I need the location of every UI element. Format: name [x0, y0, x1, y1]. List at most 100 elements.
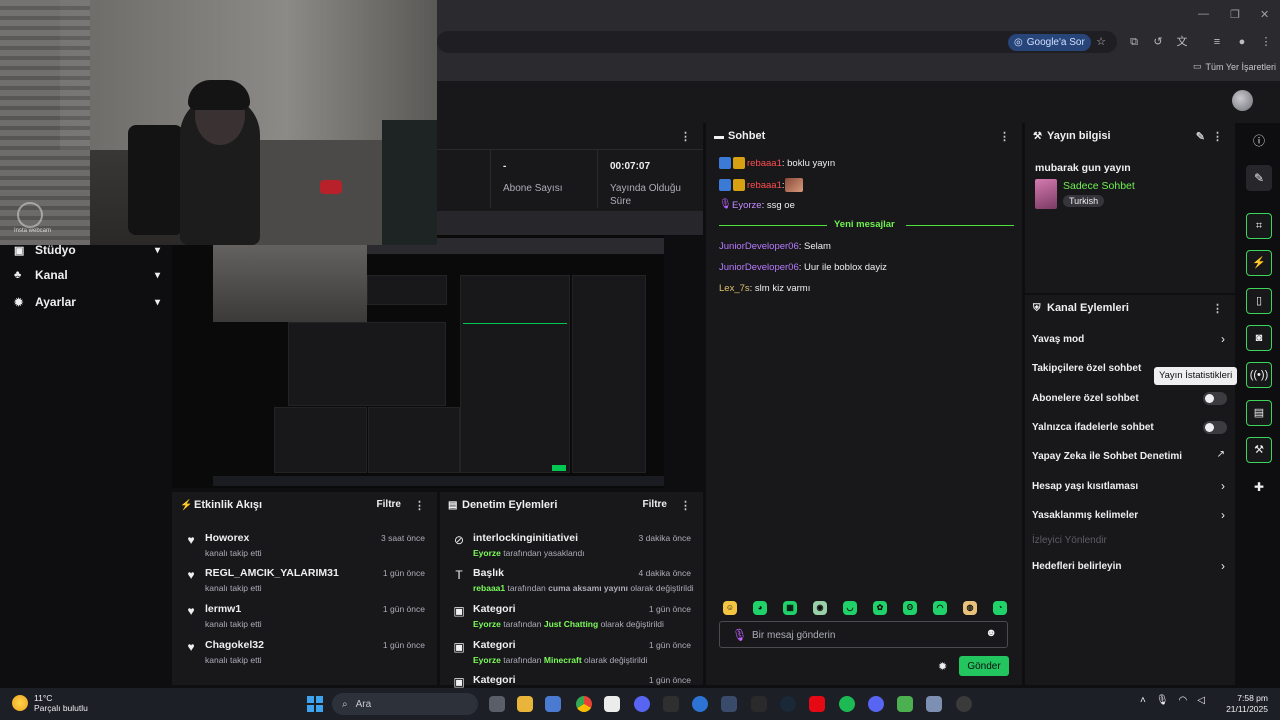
more-icon[interactable]: ⋮: [999, 130, 1010, 143]
chat-bubble-icon[interactable]: ◙: [1246, 325, 1272, 351]
pencil-icon[interactable]: ✎: [1196, 130, 1205, 143]
filter-button[interactable]: Filtre: [377, 499, 401, 510]
chat-username[interactable]: rebaaa1: [747, 180, 782, 191]
sidebar-item-settings[interactable]: ✹ Ayarlar ▾: [14, 294, 160, 310]
maximize-icon[interactable]: ❐: [1230, 8, 1240, 21]
gear-icon[interactable]: ✹: [938, 660, 947, 673]
banned-words-row[interactable]: Yasaklanmış kelimeler ›: [1025, 506, 1235, 528]
add-widget-icon[interactable]: ✚: [1246, 474, 1272, 500]
subscribers-only-row[interactable]: Abonelere özel sohbet: [1025, 389, 1235, 411]
send-button[interactable]: Gönder: [959, 656, 1009, 676]
chat-input[interactable]: [752, 626, 982, 644]
emoji-icon[interactable]: ☻: [985, 627, 997, 639]
lightning-icon[interactable]: ⚡: [1246, 250, 1272, 276]
taskbar-clock[interactable]: 7:58 pm 21/11/2025: [1226, 693, 1268, 715]
chat-icon: ▬: [714, 130, 724, 142]
emote-button[interactable]: ◡: [843, 601, 857, 615]
follower-name[interactable]: Howorex: [205, 532, 249, 544]
app-icon[interactable]: [926, 696, 942, 712]
clip-icon[interactable]: ⌗: [1246, 213, 1272, 239]
all-bookmarks[interactable]: ▭ Tüm Yer İşaretleri: [1193, 61, 1276, 72]
profile-icon[interactable]: ●: [1236, 36, 1248, 48]
filter-button[interactable]: Filtre: [643, 499, 667, 510]
more-icon[interactable]: ⋮: [414, 499, 425, 512]
word-app-icon[interactable]: [604, 696, 620, 712]
emote-button[interactable]: ◕: [753, 601, 767, 615]
follower-name[interactable]: lermw1: [205, 603, 241, 615]
chat-username[interactable]: rebaaa1: [747, 158, 782, 169]
store-icon[interactable]: [545, 696, 561, 712]
info-icon[interactable]: ⓘ: [1246, 128, 1272, 154]
minimize-icon[interactable]: —: [1198, 8, 1209, 20]
steam-icon[interactable]: [780, 696, 796, 712]
more-icon[interactable]: ⋮: [1212, 130, 1223, 143]
category-link[interactable]: Sadece Sohbet: [1063, 180, 1135, 192]
ai-moderation-row[interactable]: Yapay Zeka ile Sohbet Denetimi ↗: [1025, 447, 1235, 469]
windows-start-icon[interactable]: [307, 696, 323, 712]
layout-icon[interactable]: ▤: [1246, 400, 1272, 426]
star-icon[interactable]: ☆: [1095, 36, 1107, 48]
account-age-row[interactable]: Hesap yaşı kısıtlaması ›: [1025, 477, 1235, 499]
epic-games-icon[interactable]: [751, 696, 767, 712]
spotify-icon[interactable]: [839, 696, 855, 712]
weather-widget[interactable]: 11°C Parçalı bulutlu: [12, 693, 88, 713]
discord-icon[interactable]: [868, 696, 884, 712]
app-icon[interactable]: [663, 696, 679, 712]
extension-icon[interactable]: ⧉: [1128, 36, 1140, 48]
follower-name[interactable]: REGL_AMCIK_YALARIM31: [205, 567, 339, 579]
app-icon[interactable]: [692, 696, 708, 712]
target-name[interactable]: interlockinginitiativei: [473, 532, 578, 544]
volume-icon[interactable]: ◁: [1197, 695, 1205, 706]
menu-icon[interactable]: ⋮: [1260, 36, 1272, 48]
sidebar-icon[interactable]: ≡: [1211, 36, 1223, 48]
avatar[interactable]: [1232, 90, 1253, 111]
netflix-icon[interactable]: [809, 696, 825, 712]
chat-username[interactable]: Lex_7s: [719, 283, 750, 294]
activity-feed-panel: ⚡ Etkinlik Akışı Filtre ⋮ ♥ Howorex kana…: [172, 492, 437, 685]
chat-username[interactable]: JuniorDeveloper06: [719, 241, 799, 252]
emote-button[interactable]: ◉: [813, 601, 827, 615]
vpn-icon[interactable]: [721, 696, 737, 712]
slow-mode-row[interactable]: Yavaş mod ›: [1025, 330, 1235, 352]
close-icon[interactable]: ✕: [1260, 8, 1269, 21]
mic-icon[interactable]: 🎙: [1156, 695, 1169, 706]
emote-button[interactable]: ☺: [723, 601, 737, 615]
emote-button[interactable]: ʘ: [903, 601, 917, 615]
wrench-icon[interactable]: ⚒: [1246, 437, 1272, 463]
google-sor-button[interactable]: ◎ Google'a Sor: [1008, 34, 1091, 51]
stream-preview[interactable]: [172, 235, 664, 488]
emote-button[interactable]: ◠: [933, 601, 947, 615]
goals-row[interactable]: Hedefleri belirleyin ›: [1025, 557, 1235, 579]
emotes-only-row[interactable]: Yalnızca ifadelerle sohbet: [1025, 418, 1235, 440]
follower-name[interactable]: Chagokel32: [205, 639, 264, 651]
chrome-icon[interactable]: [576, 696, 592, 712]
broadcast-icon[interactable]: ((•)): [1246, 362, 1272, 388]
obs-icon[interactable]: [956, 696, 972, 712]
subscribers-only-toggle[interactable]: [1203, 392, 1227, 405]
more-icon[interactable]: ⋮: [1212, 302, 1223, 315]
emotes-only-toggle[interactable]: [1203, 421, 1227, 434]
emote-button[interactable]: ◍: [963, 601, 977, 615]
wifi-icon[interactable]: ◠: [1179, 695, 1188, 706]
sidebar-item-channel[interactable]: ♣ Kanal ▾: [14, 267, 160, 283]
history-icon[interactable]: ↺: [1152, 36, 1164, 48]
emote-button[interactable]: ▦: [783, 601, 797, 615]
chat-username[interactable]: Eyorze: [732, 200, 762, 211]
task-view-icon[interactable]: [489, 696, 505, 712]
more-icon[interactable]: ⋮: [680, 130, 691, 143]
list-item: ♥ lermw1 kanalı takip etti 1 gün önce: [172, 599, 437, 629]
chevron-up-icon[interactable]: ˄: [1140, 695, 1146, 706]
phone-icon[interactable]: ▯: [1246, 288, 1272, 314]
app-icon[interactable]: [634, 696, 650, 712]
language-tag[interactable]: Turkish: [1063, 195, 1105, 207]
emote-button[interactable]: ✿: [873, 601, 887, 615]
chat-input-box[interactable]: 🎙 ☻: [719, 621, 1008, 648]
edit-icon[interactable]: ✎: [1246, 165, 1272, 191]
translate-icon[interactable]: 文: [1176, 36, 1188, 48]
minecraft-icon[interactable]: [897, 696, 913, 712]
file-explorer-icon[interactable]: [517, 696, 533, 712]
chat-username[interactable]: JuniorDeveloper06: [719, 262, 799, 273]
taskbar-search[interactable]: ⌕ Ara: [332, 693, 478, 715]
emote-button[interactable]: ◔: [993, 601, 1007, 615]
more-icon[interactable]: ⋮: [680, 499, 691, 512]
